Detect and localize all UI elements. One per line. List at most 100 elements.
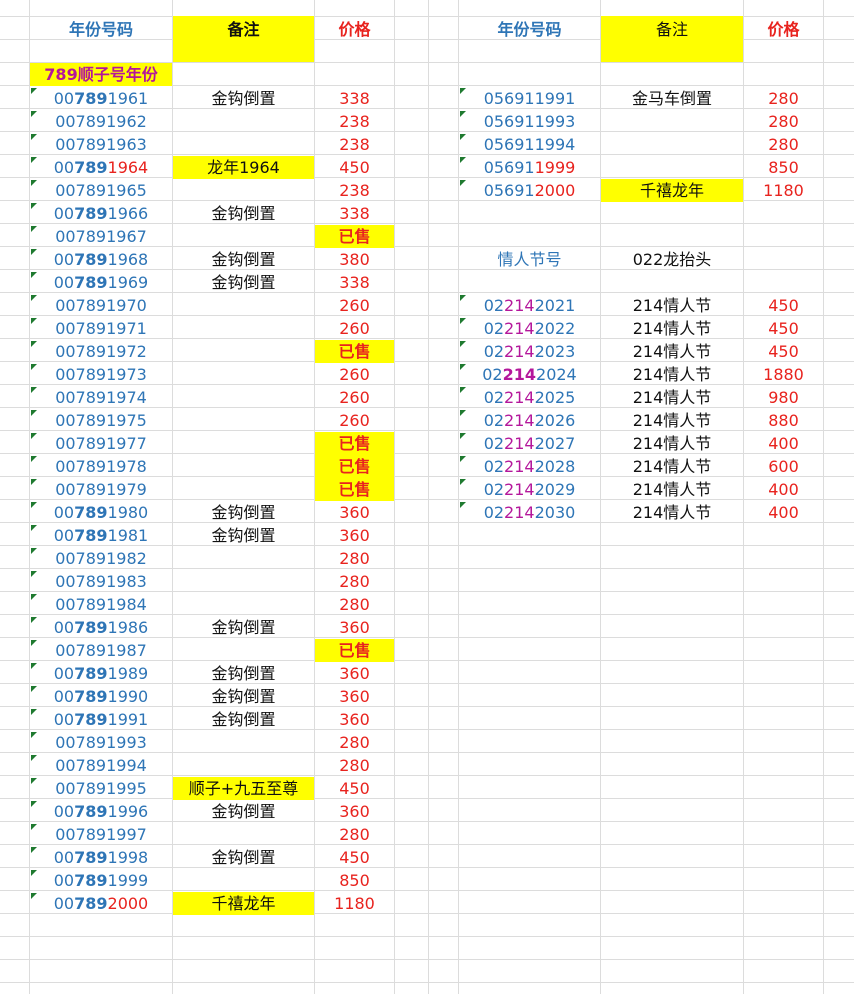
- number-segment: 789: [74, 273, 108, 292]
- price-cell: 880: [768, 411, 799, 430]
- note-cell: [173, 386, 314, 409]
- phone-number-cell: 056911991: [459, 87, 600, 110]
- number-segment: 00: [53, 848, 75, 867]
- price-cell: 238: [339, 181, 370, 200]
- note-cell: 金钩倒置: [211, 204, 276, 223]
- phone-number-cell: 022142026: [459, 409, 600, 432]
- note-cell: 千禧龙年: [601, 179, 743, 202]
- note-cell: 顺子+九五至尊: [173, 777, 314, 800]
- phone-number-cell: 007891995: [30, 777, 172, 800]
- note-cell: [173, 639, 314, 662]
- number-segment: 007891995: [55, 779, 147, 798]
- number-segment: 214: [504, 480, 535, 499]
- number-segment: 2029: [534, 480, 576, 499]
- number-segment: 02: [483, 457, 505, 476]
- note-cell: [173, 455, 314, 478]
- number-segment: 007891971: [55, 319, 147, 338]
- phone-number-cell: 007891998: [30, 846, 172, 869]
- note-cell: [173, 547, 314, 570]
- price-cell: 280: [768, 89, 799, 108]
- number-segment: 2021: [534, 296, 576, 315]
- price-cell: 260: [339, 319, 370, 338]
- note-cell: 214情人节: [632, 342, 712, 361]
- number-segment: 214: [504, 434, 535, 453]
- note-cell: 214情人节: [632, 365, 712, 384]
- note-cell: 214情人节: [632, 434, 712, 453]
- price-cell: 238: [339, 112, 370, 131]
- number-segment: 1966: [107, 204, 149, 223]
- price-cell: 400: [768, 434, 799, 453]
- number-segment: 056911993: [483, 112, 576, 131]
- number-segment: 2000: [534, 181, 576, 200]
- phone-number-cell: 007891990: [30, 685, 172, 708]
- note-cell: [173, 593, 314, 616]
- number-segment: 789: [74, 503, 108, 522]
- note-cell: [173, 110, 314, 133]
- phone-number-cell: 007891963: [30, 133, 172, 156]
- price-cell: 280: [339, 549, 370, 568]
- number-segment: 214: [502, 365, 537, 384]
- phone-number-cell: 007891965: [30, 179, 172, 202]
- sold-badge: 已售: [315, 455, 394, 478]
- phone-number-cell: 007891983: [30, 570, 172, 593]
- number-segment: 214: [504, 342, 535, 361]
- note-cell: [601, 156, 743, 179]
- price-cell: 260: [339, 296, 370, 315]
- phone-number-cell: 056911994: [459, 133, 600, 156]
- phone-number-cell: 056912000: [459, 179, 600, 202]
- phone-number-cell: 007891968: [30, 248, 172, 271]
- sold-badge: 已售: [315, 340, 394, 363]
- number-segment: 05691: [483, 158, 535, 177]
- number-segment: 789: [74, 158, 108, 177]
- phone-number-cell: 007891974: [30, 386, 172, 409]
- number-segment: 05691: [483, 181, 535, 200]
- number-segment: 214: [504, 411, 535, 430]
- phone-number-cell: 022142028: [459, 455, 600, 478]
- number-segment: 02: [483, 503, 505, 522]
- number-segment: 00: [53, 710, 75, 729]
- left-section-title: 789顺子号年份: [30, 63, 172, 86]
- note-cell: [173, 869, 314, 892]
- number-segment: 00: [53, 273, 75, 292]
- note-cell: [173, 179, 314, 202]
- phone-number-cell: 007891978: [30, 455, 172, 478]
- number-segment: 789: [74, 618, 108, 637]
- note-cell: 214情人节: [632, 503, 712, 522]
- number-segment: 00: [53, 871, 75, 890]
- sold-badge: 已售: [315, 225, 394, 248]
- price-cell: 400: [768, 480, 799, 499]
- phone-number-cell: 007891999: [30, 869, 172, 892]
- price-cell: 360: [339, 802, 370, 821]
- number-segment: 2027: [534, 434, 576, 453]
- number-segment: 789: [74, 204, 108, 223]
- number-segment: 2030: [534, 503, 576, 522]
- number-segment: 007891970: [55, 296, 147, 315]
- note-cell: 214情人节: [632, 319, 712, 338]
- phone-number-cell: 007891991: [30, 708, 172, 731]
- price-cell: 360: [339, 687, 370, 706]
- phone-number-cell: 007891971: [30, 317, 172, 340]
- number-segment: 1969: [107, 273, 149, 292]
- phone-number-cell: 007891993: [30, 731, 172, 754]
- number-segment: 1961: [107, 89, 149, 108]
- sold-badge: 已售: [315, 432, 394, 455]
- number-segment: 00: [53, 526, 75, 545]
- number-segment: 00: [53, 802, 75, 821]
- note-cell: 金钩倒置: [211, 250, 276, 269]
- number-segment: 2023: [534, 342, 576, 361]
- phone-number-cell: 022142022: [459, 317, 600, 340]
- price-cell: 238: [339, 135, 370, 154]
- number-segment: 00: [53, 250, 75, 269]
- number-segment: 1981: [107, 526, 149, 545]
- number-segment: 00: [53, 687, 75, 706]
- number-segment: 007891967: [55, 227, 147, 246]
- number-segment: 007891987: [55, 641, 147, 660]
- phone-number-cell: 056911999: [459, 156, 600, 179]
- right-header-price: 价格: [767, 20, 800, 39]
- number-segment: 007891975: [55, 411, 147, 430]
- number-segment: 007891994: [55, 756, 147, 775]
- note-cell: 金马车倒置: [631, 89, 712, 108]
- number-segment: 214: [504, 388, 535, 407]
- left-header-price: 价格: [338, 20, 371, 39]
- note-cell: 金钩倒置: [211, 273, 276, 292]
